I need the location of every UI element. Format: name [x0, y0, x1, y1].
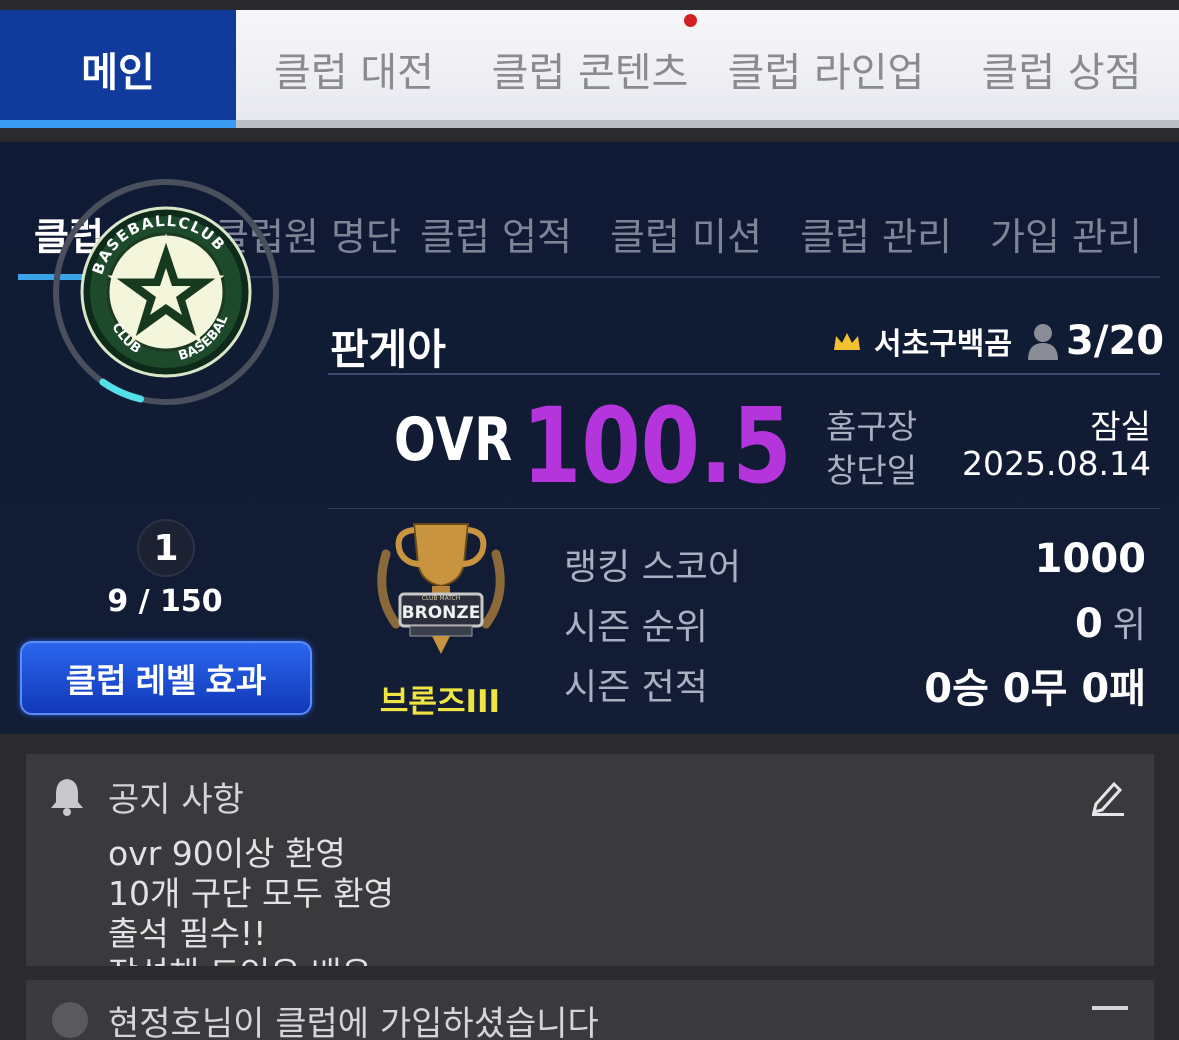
member-avatar-icon	[52, 1002, 88, 1038]
join-notice-panel[interactable]: 현정호님이 클럽에 가입하셨습니다	[26, 980, 1154, 1040]
tab-club-shop-label: 클럽 상점	[981, 50, 1142, 96]
edit-icon[interactable]	[1090, 778, 1126, 816]
club-level-effect-button[interactable]: 클럽 레벨 효과	[20, 641, 312, 715]
season-rank-row: 0위	[1075, 596, 1146, 648]
crown-icon	[834, 333, 860, 350]
club-level-effect-label: 클럽 레벨 효과	[65, 662, 267, 699]
club-emblem[interactable]: BASEBALLCLUB BASEBALL CLUB	[46, 165, 282, 408]
tier-badge-small-text: CLUB MATCH	[422, 595, 460, 602]
season-record-label: 시즌 전적	[564, 667, 708, 708]
ranking-score-label: 랭킹 스코어	[564, 547, 742, 588]
club-owner-name: 서초구백곰	[874, 327, 1012, 362]
club-header-divider	[328, 373, 1160, 375]
home-stadium-value: 잠실	[1090, 407, 1151, 446]
main-tab-bar: 메인 클럽 대전 클럽 콘텐츠 클럽 라인업 클럽 상점	[0, 10, 1179, 128]
club-stats-divider	[328, 508, 1160, 509]
tab-club-contents[interactable]: 클럽 콘텐츠	[472, 10, 708, 128]
club-name: 판게아	[330, 325, 446, 374]
bell-icon	[51, 779, 83, 816]
tab-club-lineup[interactable]: 클럽 라인업	[708, 10, 944, 128]
tab-club-lineup-label: 클럽 라인업	[727, 50, 925, 96]
tier-trophy-icon: CLUB MATCH BRONZE	[366, 514, 516, 664]
club-level-value: 1	[153, 527, 179, 569]
season-rank-value: 0	[1075, 601, 1103, 647]
tab-club-contents-label: 클럽 콘텐츠	[491, 50, 689, 96]
tab-club-battle-label: 클럽 대전	[274, 50, 434, 96]
club-level-badge: 1	[137, 519, 195, 577]
menu-icon[interactable]	[1092, 1006, 1128, 1010]
club-owner-row: 서초구백곰 3/20	[832, 318, 1164, 364]
notice-body: ovr 90이상 환영 10개 구단 모두 환영 출석 필수!! 장성채 드인우…	[108, 834, 394, 966]
ranking-score-value: 1000	[1034, 536, 1146, 582]
tab-main-label: 메인	[81, 50, 155, 96]
tier-badge-text: BRONZE	[402, 603, 481, 623]
notification-dot	[684, 14, 697, 27]
join-notice-text: 현정호님이 클럽에 가입하셨습니다	[108, 1004, 599, 1040]
season-rank-unit: 위	[1112, 605, 1146, 646]
notice-panel[interactable]: 공지 사항 ovr 90이상 환영 10개 구단 모두 환영 출석 필수!! 장…	[26, 754, 1154, 966]
subtab-management[interactable]: 클럽 관리	[800, 192, 952, 274]
season-record-value: 0승 0무 0패	[924, 666, 1146, 712]
tab-bar-divider	[236, 120, 1179, 128]
ovr-label: OVR	[394, 405, 513, 475]
subtab-join-management[interactable]: 가입 관리	[990, 192, 1142, 274]
founded-date-label: 창단일	[826, 451, 918, 490]
subtab-achievements[interactable]: 클럽 업적	[420, 192, 572, 274]
home-stadium-label: 홈구장	[826, 407, 918, 446]
club-member-count: 3/20	[1066, 318, 1165, 364]
notice-title: 공지 사항	[108, 780, 244, 820]
tab-club-shop[interactable]: 클럽 상점	[944, 10, 1179, 128]
club-exp-text: 9 / 150	[107, 584, 223, 619]
season-rank-label: 시즌 순위	[564, 607, 708, 648]
tab-main[interactable]: 메인	[0, 10, 236, 128]
top-status-strip	[0, 0, 1179, 10]
founded-date-value: 2025.08.14	[962, 444, 1151, 483]
exp-progress-arc	[99, 378, 145, 403]
tab-club-battle[interactable]: 클럽 대전	[236, 10, 472, 128]
ovr-value: 100.5	[522, 385, 792, 507]
tier-name: 브론즈III	[379, 684, 501, 720]
subtab-missions[interactable]: 클럽 미션	[610, 192, 762, 274]
member-icon	[1028, 324, 1058, 360]
